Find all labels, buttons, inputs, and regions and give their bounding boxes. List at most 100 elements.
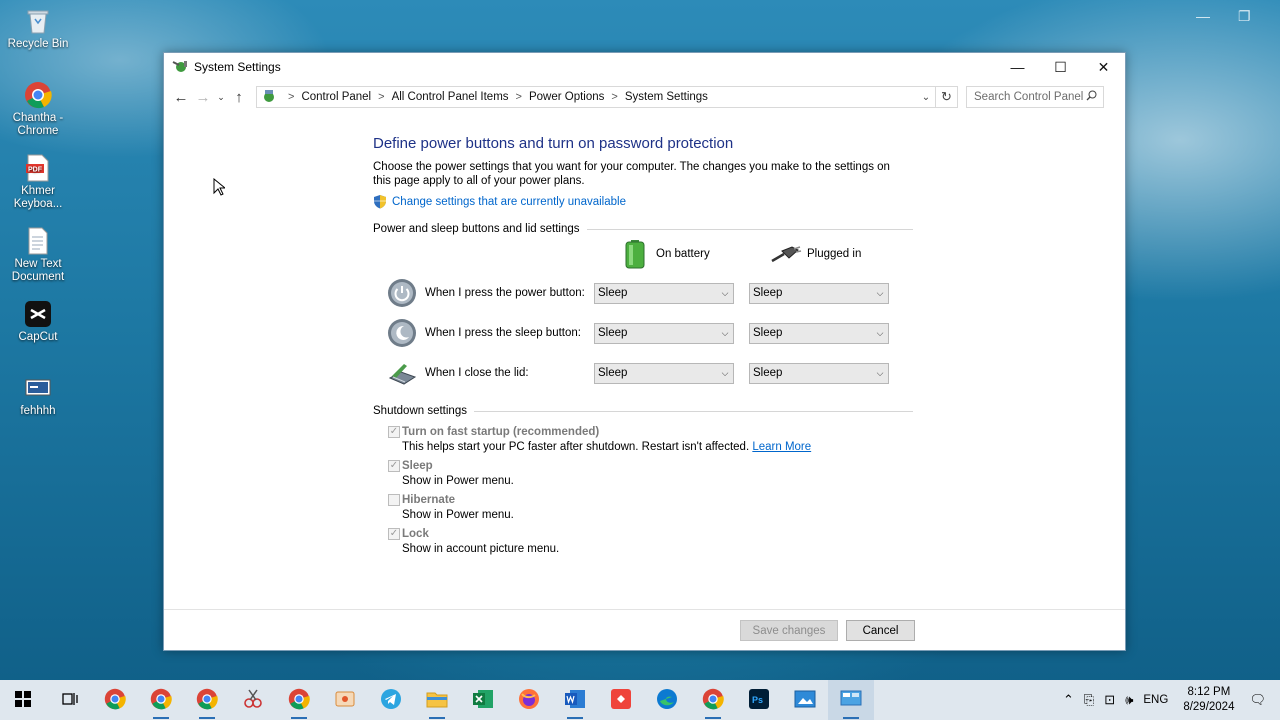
taskbar-snipping-tool[interactable] bbox=[230, 680, 276, 720]
close-button[interactable]: ✕ bbox=[1082, 53, 1125, 81]
start-button[interactable] bbox=[0, 680, 46, 720]
taskbar-chrome[interactable] bbox=[92, 680, 138, 720]
search-input[interactable]: Search Control Panel bbox=[966, 86, 1104, 108]
folder-icon bbox=[426, 689, 448, 712]
desktop-icon-chrome[interactable]: Chantha - Chrome bbox=[4, 80, 72, 138]
power-button-icon bbox=[387, 278, 417, 308]
breadcrumb-system-settings[interactable]: System Settings bbox=[625, 91, 708, 103]
cancel-button[interactable]: Cancel bbox=[846, 620, 915, 641]
meet-now-icon[interactable]: ⎘ bbox=[1084, 692, 1094, 708]
breadcrumb-control-panel[interactable]: Control Panel bbox=[301, 91, 371, 103]
taskbar-chrome-profile-2[interactable] bbox=[138, 680, 184, 720]
select-value: Sleep bbox=[598, 327, 628, 339]
running-indicator bbox=[705, 717, 721, 719]
language-indicator[interactable]: ENG bbox=[1143, 694, 1168, 706]
taskbar-telegram[interactable] bbox=[368, 680, 414, 720]
sleep-option-description: Show in Power menu. bbox=[402, 475, 514, 487]
hibernate-checkbox[interactable] bbox=[388, 494, 400, 506]
desktop-icon-new-text-document[interactable]: New Text Document bbox=[4, 226, 72, 284]
address-dropdown-icon[interactable]: ⌄ bbox=[917, 92, 935, 103]
address-bar[interactable]: > Control Panel > All Control Panel Item… bbox=[256, 86, 936, 108]
desktop-icon-fehhhh[interactable]: fehhhh bbox=[4, 373, 72, 418]
notifications-icon[interactable]: 🗨 bbox=[1249, 692, 1266, 708]
desktop-icon-khmer-keyboard[interactable]: PDF Khmer Keyboa... bbox=[4, 153, 72, 211]
volume-icon[interactable]: 🕪 bbox=[1125, 692, 1133, 708]
network-icon[interactable]: ⊡ bbox=[1104, 692, 1115, 708]
power-plug-icon bbox=[770, 245, 802, 268]
excel-icon bbox=[472, 688, 494, 713]
sleep-checkbox[interactable]: ✓ bbox=[388, 460, 400, 472]
learn-more-link[interactable]: Learn More bbox=[752, 441, 811, 453]
taskbar-anydesk[interactable] bbox=[598, 680, 644, 720]
change-settings-link[interactable]: Change settings that are currently unava… bbox=[373, 194, 913, 209]
svg-text:PDF: PDF bbox=[28, 167, 43, 174]
chevron-down-icon: ⌵ bbox=[876, 327, 884, 338]
desktop-icon-recycle-bin[interactable]: Recycle Bin bbox=[4, 6, 72, 51]
breadcrumb-all-items[interactable]: All Control Panel Items bbox=[392, 91, 509, 103]
clock[interactable]: 8:12 PM 8/29/2024 bbox=[1183, 685, 1234, 715]
power-button-battery-select[interactable]: Sleep ⌵ bbox=[594, 282, 734, 304]
back-button[interactable]: ← bbox=[170, 86, 192, 108]
taskbar-photoshop[interactable]: Ps bbox=[736, 680, 782, 720]
close-lid-plugged-select[interactable]: Sleep ⌵ bbox=[749, 362, 889, 384]
close-lid-battery-select[interactable]: Sleep ⌵ bbox=[594, 362, 734, 384]
settings-row-sleep-button: When I press the sleep button: Sleep ⌵ S… bbox=[373, 313, 913, 353]
sleep-button-label: When I press the sleep button: bbox=[425, 327, 581, 339]
settings-row-close-lid: When I close the lid: Sleep ⌵ Sleep ⌵ bbox=[373, 353, 913, 393]
up-button[interactable]: ↑ bbox=[228, 86, 250, 108]
fast-startup-checkbox[interactable]: ✓ bbox=[388, 426, 400, 438]
photoshop-icon: Ps bbox=[749, 688, 769, 712]
chevron-down-icon: ⌵ bbox=[721, 367, 729, 378]
title-bar: System Settings — ☐ ✕ bbox=[164, 53, 1125, 81]
power-button-plugged-select[interactable]: Sleep ⌵ bbox=[749, 282, 889, 304]
text-document-icon bbox=[23, 226, 53, 256]
taskbar-chrome-profile-3[interactable] bbox=[184, 680, 230, 720]
anydesk-icon bbox=[610, 688, 632, 713]
sleep-button-icon bbox=[387, 318, 417, 348]
sleep-button-plugged-select[interactable]: Sleep ⌵ bbox=[749, 322, 889, 344]
breadcrumb-power-options[interactable]: Power Options bbox=[529, 91, 604, 103]
taskbar-excel[interactable] bbox=[460, 680, 506, 720]
column-headers: On battery Plugged in bbox=[373, 235, 913, 273]
lock-option-description: Show in account picture menu. bbox=[402, 543, 560, 555]
search-placeholder: Search Control Panel bbox=[974, 91, 1084, 103]
lock-checkbox[interactable]: ✓ bbox=[388, 528, 400, 540]
minimize-button[interactable]: — bbox=[996, 53, 1039, 81]
hibernate-option-title: Hibernate bbox=[402, 494, 456, 506]
taskbar-paint[interactable] bbox=[782, 680, 828, 720]
taskbar-photo-app[interactable] bbox=[322, 680, 368, 720]
on-battery-header: On battery bbox=[656, 248, 710, 260]
recent-locations-button[interactable]: ⌄ bbox=[214, 86, 228, 108]
desktop-icon-capcut[interactable]: CapCut bbox=[4, 299, 72, 344]
clock-date: 8/29/2024 bbox=[1183, 701, 1235, 713]
show-hidden-icons-button[interactable]: ⌃ bbox=[1063, 692, 1074, 708]
refresh-button[interactable]: ↻ bbox=[936, 86, 958, 108]
chrome-icon bbox=[104, 688, 126, 713]
firefox-icon bbox=[518, 688, 540, 713]
desktop-icon-label: Khmer Keyboa... bbox=[13, 185, 63, 210]
chrome-icon bbox=[23, 80, 53, 110]
taskbar-file-explorer[interactable] bbox=[414, 680, 460, 720]
select-value: Sleep bbox=[753, 287, 783, 299]
system-settings-window: System Settings — ☐ ✕ ← → ⌄ ↑ > Control … bbox=[163, 52, 1126, 651]
sleep-button-battery-select[interactable]: Sleep ⌵ bbox=[594, 322, 734, 344]
page-description: Choose the power settings that you want … bbox=[373, 161, 890, 187]
taskbar-word[interactable] bbox=[552, 680, 598, 720]
taskbar-firefox[interactable] bbox=[506, 680, 552, 720]
save-changes-button[interactable]: Save changes bbox=[740, 620, 838, 641]
taskbar-edge[interactable] bbox=[644, 680, 690, 720]
taskbar-chrome-profile-5[interactable] bbox=[690, 680, 736, 720]
chrome-icon bbox=[288, 688, 310, 713]
taskbar-control-panel[interactable] bbox=[828, 680, 874, 720]
clock-time: 8:12 PM bbox=[1187, 686, 1231, 698]
sleep-option: ✓ Sleep Show in Power menu. bbox=[388, 459, 913, 489]
select-value: Sleep bbox=[753, 327, 783, 339]
maximize-button[interactable]: ☐ bbox=[1039, 53, 1082, 81]
forward-button[interactable]: → bbox=[192, 86, 214, 108]
hibernate-option: Hibernate Show in Power menu. bbox=[388, 493, 913, 523]
chevron-down-icon: ⌵ bbox=[721, 327, 729, 338]
task-view-button[interactable] bbox=[46, 680, 92, 720]
fast-startup-description-line: This helps start your PC faster after sh… bbox=[402, 440, 913, 455]
shutdown-section-title: Shutdown settings bbox=[373, 405, 467, 417]
taskbar-chrome-profile-4[interactable] bbox=[276, 680, 322, 720]
